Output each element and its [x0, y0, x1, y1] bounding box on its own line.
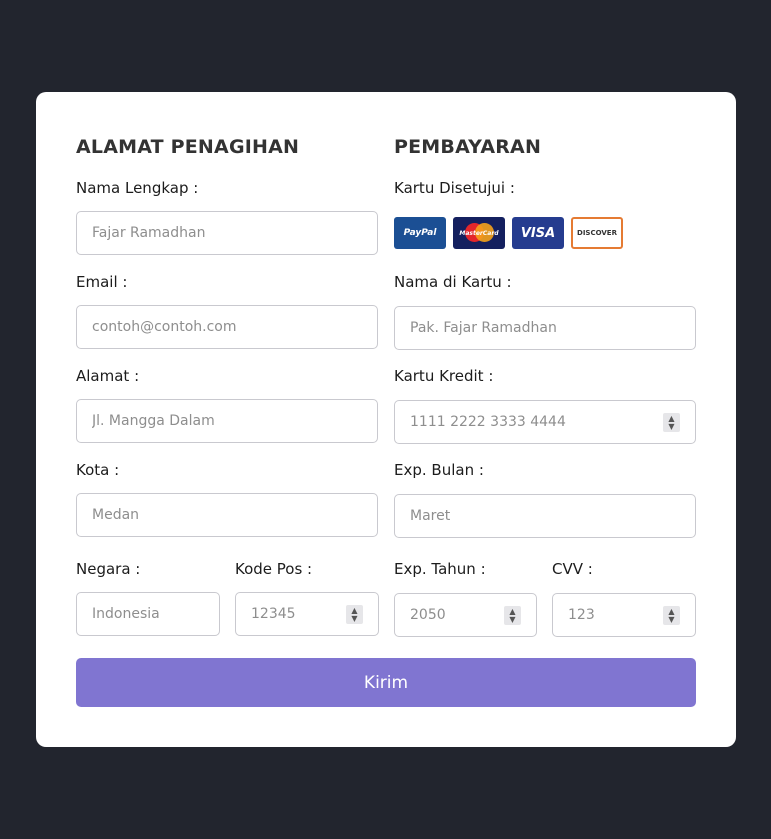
credit-card-label: Kartu Kredit : [394, 367, 494, 385]
chevron-down-icon[interactable]: ▼ [509, 615, 515, 624]
full-name-input[interactable] [76, 211, 378, 255]
address-input[interactable] [76, 399, 378, 443]
payment-title: PEMBAYARAN [394, 136, 542, 158]
credit-card-input[interactable] [394, 400, 696, 444]
full-name-label: Nama Lengkap : [76, 179, 199, 197]
postal-code-field: ▲▼ [235, 592, 379, 636]
paypal-logo-icon: PayPal [394, 217, 446, 249]
submit-button[interactable]: Kirim [76, 658, 696, 707]
credit-card-field: ▲▼ [394, 400, 696, 444]
chevron-down-icon[interactable]: ▼ [668, 615, 674, 624]
city-label: Kota : [76, 461, 120, 479]
name-on-card-label: Nama di Kartu : [394, 273, 512, 291]
credit-card-spinner[interactable]: ▲ ▼ [663, 413, 680, 432]
country-input[interactable] [76, 592, 220, 636]
cvv-label: CVV : [552, 560, 593, 578]
country-label: Negara : [76, 560, 141, 578]
cvv-field: ▲▼ [552, 593, 696, 637]
cvv-spinner[interactable]: ▲ ▼ [663, 606, 680, 625]
billing-title: ALAMAT PENAGIHAN [76, 136, 300, 158]
chevron-down-icon[interactable]: ▼ [351, 614, 357, 623]
exp-month-input[interactable] [394, 494, 696, 538]
checkout-form-card: ALAMAT PENAGIHAN Nama Lengkap : Email : … [36, 92, 736, 747]
accepted-cards-label: Kartu Disetujui : [394, 179, 515, 197]
exp-month-label: Exp. Bulan : [394, 461, 484, 479]
address-label: Alamat : [76, 367, 140, 385]
postal-code-spinner[interactable]: ▲ ▼ [346, 605, 363, 624]
chevron-down-icon[interactable]: ▼ [668, 422, 674, 431]
exp-year-field: ▲▼ [394, 593, 537, 637]
name-on-card-input[interactable] [394, 306, 696, 350]
visa-logo-icon: VISA [512, 217, 564, 249]
exp-year-label: Exp. Tahun : [394, 560, 486, 578]
mastercard-logo-icon: MasterCard [453, 217, 505, 249]
email-input[interactable] [76, 305, 378, 349]
discover-logo-icon: DISCOVER [571, 217, 623, 249]
email-label: Email : [76, 273, 128, 291]
accepted-cards-row: PayPal MasterCard VISA DISCOVER [394, 217, 623, 249]
exp-year-spinner[interactable]: ▲ ▼ [504, 606, 521, 625]
postal-code-label: Kode Pos : [235, 560, 313, 578]
city-input[interactable] [76, 493, 378, 537]
